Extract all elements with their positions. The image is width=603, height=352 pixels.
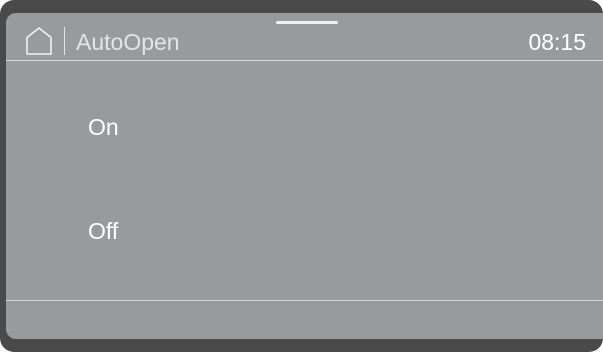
- footer-divider: [6, 300, 603, 301]
- page-title: AutoOpen: [76, 29, 180, 55]
- option-off[interactable]: Off: [6, 183, 603, 283]
- option-off-label: Off: [88, 218, 119, 244]
- home-icon: [26, 27, 52, 55]
- option-on[interactable]: On: [6, 75, 603, 175]
- header-divider: [64, 27, 65, 55]
- option-on-label: On: [88, 114, 119, 140]
- swipe-handle[interactable]: [276, 21, 338, 24]
- clock-time: 08:15: [528, 29, 586, 55]
- home-button[interactable]: [24, 26, 54, 56]
- device-bezel: AutoOpen 08:15 On Off: [0, 0, 603, 352]
- display-screen: AutoOpen 08:15 On Off: [6, 13, 603, 339]
